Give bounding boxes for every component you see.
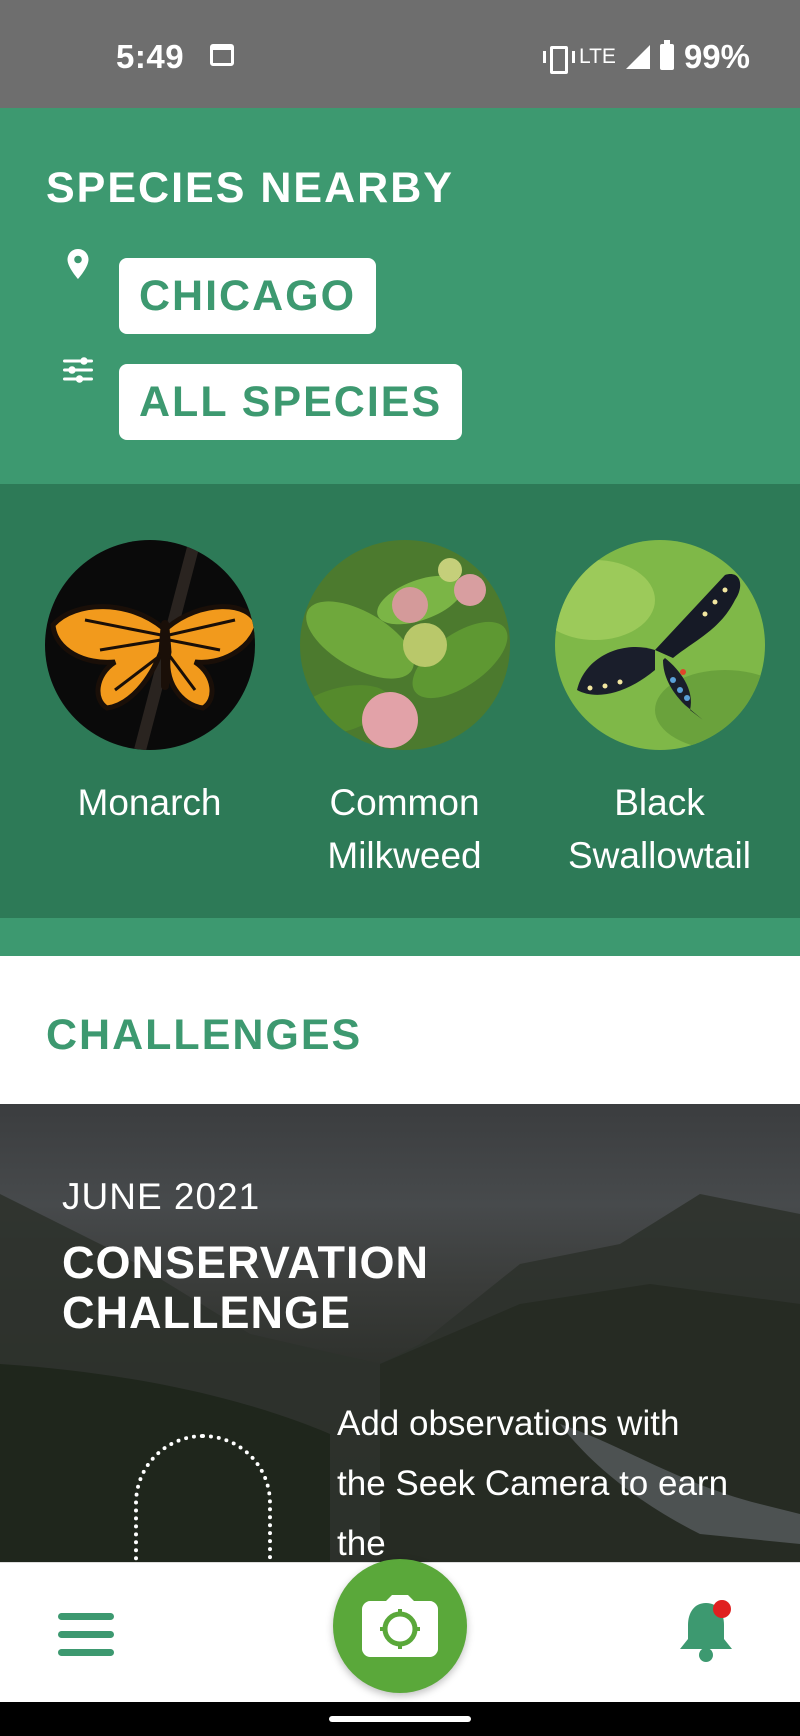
species-card-black-swallowtail[interactable]: Black Swallowtail [532, 540, 787, 882]
signal-icon [625, 45, 650, 69]
battery-level: 99% [683, 38, 750, 75]
swallowtail-butterfly-photo [554, 540, 765, 750]
location-pin-icon [67, 249, 89, 279]
vibrate-icon [542, 44, 575, 74]
species-name: Common Milkweed [327, 782, 482, 876]
species-card-monarch[interactable]: Monarch [22, 540, 277, 829]
challenge-card[interactable]: JUNE 2021 CONSERVATION CHALLENGE Add obs… [0, 1104, 800, 1562]
species-nearby-header: SPECIES NEARBY CHICAGO ALL SPECIES [0, 108, 800, 484]
challenge-month: JUNE 2021 [62, 1176, 261, 1217]
filter-sliders-icon [63, 357, 93, 383]
species-filter-button[interactable]: ALL SPECIES [119, 364, 463, 440]
system-navigation-bar [0, 1702, 800, 1736]
species-nearby-title: SPECIES NEARBY [46, 164, 454, 212]
status-indicators: LTE 99% [542, 38, 750, 76]
species-card-common-milkweed[interactable]: Common Milkweed [277, 540, 532, 882]
challenges-header: CHALLENGES [0, 956, 800, 1104]
hamburger-menu-icon[interactable] [58, 1613, 114, 1661]
species-name: Black Swallowtail [567, 782, 751, 876]
challenge-description: Add observations with the Seek Camera to… [337, 1404, 729, 1562]
calendar-icon [210, 44, 234, 66]
monarch-butterfly-photo [44, 540, 255, 750]
status-time: 5:49 [116, 38, 185, 75]
network-type: LTE [578, 45, 616, 68]
milkweed-plant-photo [299, 540, 510, 750]
battery-icon [659, 40, 674, 70]
notification-bell-icon[interactable] [676, 1597, 736, 1667]
status-bar: 5:49 LTE 99% [0, 0, 800, 108]
species-name: Monarch [77, 782, 222, 823]
species-list: Monarch Common Milkweed Black Swallowtai… [0, 484, 800, 918]
camera-button[interactable] [333, 1559, 467, 1693]
challenges-title: CHALLENGES [46, 1011, 363, 1059]
camera-icon [362, 1595, 438, 1657]
home-indicator[interactable] [329, 1716, 471, 1722]
challenge-progress-ring [134, 1434, 272, 1562]
challenge-title: CONSERVATION CHALLENGE [62, 1237, 430, 1338]
location-button[interactable]: CHICAGO [119, 258, 377, 334]
section-divider [0, 918, 800, 956]
bottom-navigation [0, 1559, 800, 1702]
